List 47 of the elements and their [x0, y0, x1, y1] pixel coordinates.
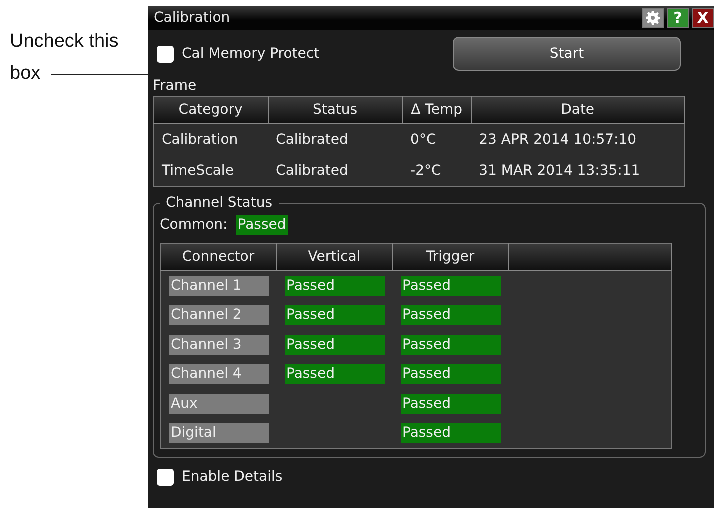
connector-label: Channel 4 — [169, 364, 269, 384]
column-header: Connector — [160, 244, 276, 270]
table-cell: -2°C — [402, 155, 472, 186]
column-header: Trigger — [392, 244, 508, 270]
checkbox[interactable] — [157, 46, 174, 62]
table-cell: Calibrated — [268, 124, 403, 155]
connector-label: Digital — [169, 423, 269, 444]
connector-label: Channel 1 — [169, 276, 269, 296]
status-cell: Passed — [400, 276, 500, 296]
table-cell: 31 MAR 2014 13:35:11 — [471, 155, 684, 186]
annotation-text: Uncheck this — [10, 30, 119, 54]
status-cell: Passed — [400, 334, 500, 355]
window-title: Calibration — [154, 10, 232, 26]
help-button[interactable]: ? — [667, 8, 689, 28]
status-cell: Passed — [284, 305, 384, 326]
start-button[interactable]: Start — [453, 37, 681, 71]
column-header: Δ Temp — [402, 96, 472, 124]
annotation-text: box — [10, 62, 41, 86]
table-cell: 0°C — [402, 124, 472, 155]
column-header: Vertical — [276, 244, 392, 270]
status-cell: Passed — [400, 394, 500, 414]
group-title: Channel Status — [165, 195, 274, 211]
table-cell: 23 APR 2014 10:57:10 — [471, 124, 684, 155]
checkbox-label: Cal Memory Protect — [182, 46, 320, 62]
status-badge: Passed — [236, 215, 288, 235]
checkbox[interactable] — [157, 468, 174, 486]
status-cell: Passed — [400, 364, 500, 384]
table-cell: TimeScale — [154, 155, 268, 186]
status-cell: Passed — [284, 364, 384, 384]
gear-icon — [645, 10, 661, 26]
table-cell: Calibrated — [268, 155, 403, 186]
close-button[interactable]: X — [692, 8, 714, 28]
status-cell: Passed — [400, 305, 500, 326]
settings-button[interactable] — [642, 8, 664, 28]
common-label: Common: — [160, 217, 228, 233]
table-cell: Calibration — [154, 124, 268, 155]
column-header: Date — [471, 96, 684, 124]
status-cell: Passed — [400, 423, 500, 444]
column-header: Category — [154, 96, 268, 124]
status-cell: Passed — [284, 334, 384, 355]
checkbox-label: Enable Details — [182, 469, 283, 485]
connector-label: Aux — [169, 394, 269, 414]
column-header: Status — [268, 96, 403, 124]
status-cell: Passed — [284, 276, 384, 296]
section-title: Frame — [153, 78, 198, 94]
connector-label: Channel 3 — [169, 334, 269, 355]
connector-label: Channel 2 — [169, 305, 269, 326]
